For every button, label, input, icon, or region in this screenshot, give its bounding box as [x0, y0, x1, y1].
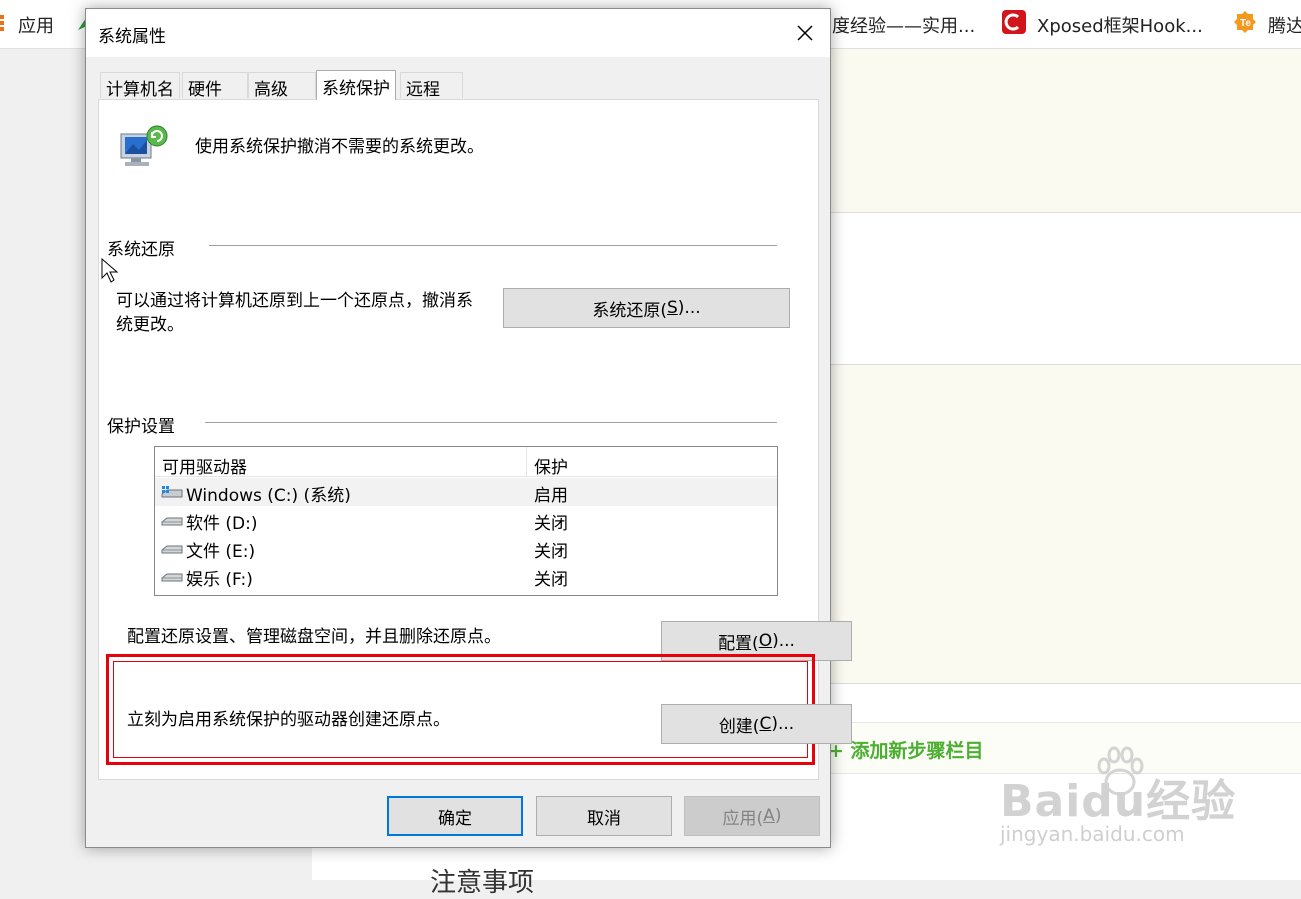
watermark-logo-text: Baidu经验	[1000, 776, 1237, 827]
step-block-1	[830, 48, 1301, 213]
step-block-2	[830, 364, 1301, 684]
create-button-suffix: )...	[771, 714, 795, 734]
ok-button[interactable]: 确定	[387, 796, 523, 836]
create-accesskey: C	[759, 714, 772, 734]
protection-group-divider	[205, 422, 777, 423]
system-properties-dialog: 系统属性 计算机名 硬件 高级 系统保护 远程 使用系统保护撤消不需要的系统更改…	[85, 8, 852, 848]
restore-description-line-2: 统更改。	[116, 315, 184, 335]
dialog-titlebar[interactable]: 系统属性	[86, 9, 830, 57]
bookmark-xposed[interactable]: Xposed框架Hook...	[1037, 12, 1203, 38]
drive-protection-status: 关闭	[534, 542, 568, 562]
configure-button-suffix: )...	[772, 631, 795, 651]
c-brand-icon[interactable]	[1002, 10, 1026, 34]
apply-button-label: 应用(	[722, 808, 764, 829]
configure-description: 配置还原设置、管理磁盘空间，并且删除还原点。	[127, 627, 501, 647]
table-row[interactable]: Windows (C:) (系统) 启用	[155, 478, 777, 506]
system-restore-button[interactable]: 系统还原(S)...	[503, 288, 790, 328]
create-button-label: 创建(	[718, 716, 760, 737]
tab-computer-name[interactable]: 计算机名	[100, 72, 180, 100]
drive-name: Windows (C:) (系统)	[186, 486, 351, 506]
table-row[interactable]: 软件 (D:) 关闭	[155, 506, 777, 534]
configure-button-label: 配置(	[718, 633, 759, 654]
tab-hardware[interactable]: 硬件	[182, 72, 248, 100]
notes-heading: 注意事项	[430, 868, 535, 898]
apply-button-suffix: )	[774, 806, 782, 826]
restore-group-divider	[209, 245, 777, 246]
drive-icon	[161, 541, 183, 557]
dialog-title: 系统属性	[98, 27, 166, 47]
protection-group-title: 保护设置	[107, 417, 175, 437]
drive-name: 文件 (E:)	[186, 542, 256, 562]
system-restore-accesskey: S	[667, 298, 678, 318]
watermark-url: jingyan.baidu.com	[1000, 822, 1185, 846]
intro-text: 使用系统保护撤消不需要的系统更改。	[195, 137, 484, 157]
configure-accesskey: O	[758, 631, 773, 651]
bookmark-apps[interactable]: 应用	[18, 12, 54, 38]
tab-advanced[interactable]: 高级	[248, 72, 316, 100]
cancel-button[interactable]: 取消	[536, 796, 672, 836]
tenda-icon[interactable]: Te	[1233, 10, 1257, 34]
apply-accesskey: A	[763, 806, 775, 826]
system-restore-button-label: 系统还原(	[592, 300, 667, 321]
close-button[interactable]	[784, 13, 826, 53]
drive-protection-status: 关闭	[534, 514, 568, 534]
column-header-drive[interactable]: 可用驱动器	[155, 447, 527, 478]
close-icon	[797, 25, 813, 41]
system-restore-button-suffix: )...	[677, 298, 701, 318]
drive-icon	[161, 569, 183, 585]
drive-name: 软件 (D:)	[186, 514, 258, 534]
drive-icon	[161, 513, 183, 529]
apply-button[interactable]: 应用(A)	[684, 796, 820, 836]
drives-table[interactable]: 可用驱动器 保护 Windows (C:) (系统) 启用 软件 (D:) 关闭	[154, 446, 778, 596]
table-row[interactable]: 文件 (E:) 关闭	[155, 534, 777, 562]
restore-group-title: 系统还原	[107, 240, 175, 260]
mouse-cursor-icon	[101, 257, 121, 284]
drive-name: 娱乐 (F:)	[186, 570, 253, 590]
apps-icon[interactable]	[0, 14, 6, 32]
system-drive-icon	[161, 485, 183, 501]
drive-protection-status: 关闭	[534, 570, 568, 590]
drive-protection-status: 启用	[534, 486, 568, 506]
create-button[interactable]: 创建(C)...	[661, 704, 852, 744]
table-row[interactable]: 娱乐 (F:) 关闭	[155, 562, 777, 590]
restore-description-line-1: 可以通过将计算机还原到上一个还原点，撤消系	[116, 291, 473, 311]
column-header-protection[interactable]: 保护	[527, 447, 777, 478]
system-protection-icon	[119, 122, 171, 170]
bookmark-baidu-jingyan[interactable]: 度经验——实用...	[832, 12, 975, 38]
tab-remote[interactable]: 远程	[400, 72, 463, 100]
svg-text:Te: Te	[1240, 18, 1251, 29]
bookmark-tenda[interactable]: 腾达	[1268, 12, 1301, 38]
tab-system-protection[interactable]: 系统保护	[316, 70, 396, 100]
